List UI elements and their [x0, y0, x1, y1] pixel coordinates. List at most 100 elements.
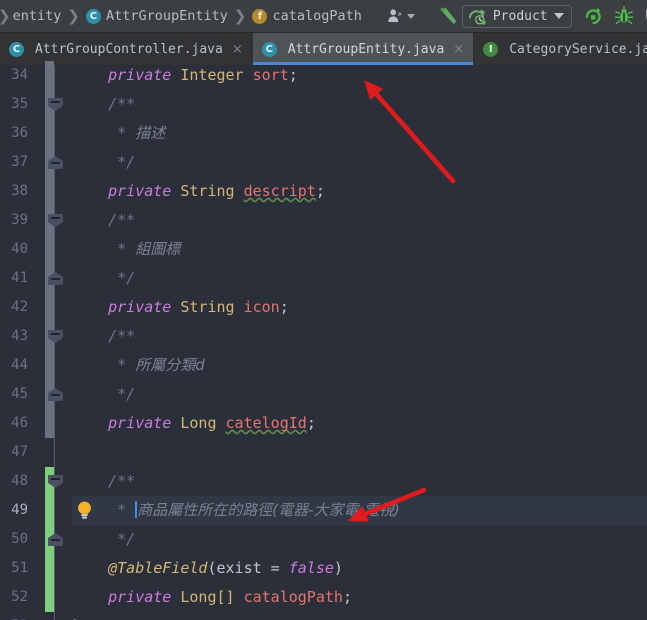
fold-marker-dash	[51, 101, 60, 103]
code-line[interactable]: private String icon;	[72, 293, 289, 322]
code-line[interactable]: /**	[72, 90, 135, 119]
gutter-row[interactable]: 47	[0, 438, 72, 467]
code-line[interactable]: * 描述	[72, 119, 165, 148]
bug-glyph	[614, 6, 633, 24]
debug-icon[interactable]	[614, 6, 634, 26]
fold-marker-shape	[48, 475, 63, 488]
bulb-glyph	[78, 501, 91, 519]
hammer-glyph	[439, 7, 457, 24]
code-token: */	[72, 530, 136, 548]
gutter-row[interactable]: 51	[0, 554, 72, 583]
breadcrumb-item-entity[interactable]: entity	[13, 8, 62, 24]
gutter-row[interactable]: 38	[0, 177, 72, 206]
fold-marker-dash	[51, 333, 60, 335]
code-line[interactable]: /**	[72, 206, 135, 235]
code-line[interactable]: @TableField(exist = false)	[72, 554, 343, 583]
code-token: )	[333, 559, 343, 577]
line-number: 47	[11, 444, 28, 460]
code-token: ;	[279, 298, 289, 316]
close-icon[interactable]: ×	[232, 43, 243, 56]
line-number: 42	[11, 299, 28, 315]
code-line[interactable]: */	[72, 148, 135, 177]
fold-marker-open[interactable]	[48, 98, 63, 111]
intention-bulb-icon[interactable]	[76, 500, 93, 521]
gutter-row[interactable]: 34	[0, 61, 72, 90]
fold-marker-close[interactable]	[48, 272, 63, 285]
fold-marker-open[interactable]	[48, 475, 63, 488]
code-token: (	[207, 559, 217, 577]
run-configuration-selector[interactable]: Product	[461, 4, 572, 28]
fold-marker-close[interactable]	[48, 388, 63, 401]
code-token: private	[108, 298, 181, 316]
fold-marker-open[interactable]	[48, 214, 63, 227]
run-icon[interactable]	[583, 6, 603, 26]
code-token: Integer	[180, 66, 253, 84]
line-number: 48	[11, 473, 28, 489]
code-line[interactable]: /**	[72, 322, 135, 351]
line-number: 40	[11, 241, 28, 257]
line-number: 34	[11, 67, 28, 83]
code-line[interactable]: private Long catelogId;	[72, 409, 316, 438]
gutter-row[interactable]: 49	[0, 496, 72, 525]
code-line[interactable]: * 商品屬性所在的路徑(電器-大家電-電視)	[72, 496, 400, 525]
fold-marker-close[interactable]	[48, 156, 63, 169]
code-line[interactable]: private Long[] catalogPath;	[72, 583, 352, 612]
line-number: 37	[11, 154, 28, 170]
code-line[interactable]: }	[72, 612, 81, 620]
gutter-row[interactable]: 40	[0, 235, 72, 264]
class-icon: C	[9, 41, 24, 57]
code-token: */	[72, 385, 136, 403]
gutter-row[interactable]: 36	[0, 119, 72, 148]
fold-marker-close[interactable]	[48, 533, 63, 546]
gutter-row[interactable]: 42	[0, 293, 72, 322]
code-line[interactable]: */	[72, 380, 135, 409]
code-line[interactable]: * 組圖標	[72, 235, 180, 264]
line-number: 43	[11, 328, 28, 344]
line-number: 35	[11, 96, 28, 112]
code-token: ;	[342, 588, 352, 606]
gutter-row[interactable]: 53	[0, 612, 72, 620]
code-line[interactable]: */	[72, 525, 135, 554]
code-token: *	[72, 124, 136, 142]
code-line[interactable]: */	[72, 264, 135, 293]
fold-marker-shape	[48, 330, 63, 343]
person-dropdown-icon[interactable]	[384, 6, 418, 26]
line-number: 39	[11, 212, 28, 228]
code-line[interactable]: * 所屬分類d	[72, 351, 205, 380]
gutter-row[interactable]: 52	[0, 583, 72, 612]
fold-marker-dash	[51, 539, 60, 541]
code-token: /**	[72, 211, 136, 229]
fold-marker-open[interactable]	[48, 330, 63, 343]
code-line[interactable]: private Integer sort;	[72, 61, 298, 90]
editor-tab-CategoryService[interactable]: I CategoryService.java ×	[474, 33, 647, 65]
breadcrumb-item-field[interactable]: catalogPath	[272, 8, 361, 24]
line-number: 44	[11, 357, 28, 373]
code-line[interactable]: private String descript;	[72, 177, 325, 206]
code-token: descript	[243, 182, 316, 200]
breadcrumb-item-class[interactable]: AttrGroupEntity	[106, 8, 228, 24]
tab-label: AttrGroupEntity.java	[287, 41, 445, 57]
code-line[interactable]: /**	[72, 467, 135, 496]
code-text-area[interactable]: private Integer sort; /** * 描述 */ privat…	[72, 65, 647, 620]
gutter-row[interactable]: 44	[0, 351, 72, 380]
gutter-row[interactable]: 46	[0, 409, 72, 438]
close-icon[interactable]: ×	[453, 43, 464, 56]
line-number: 53	[11, 612, 28, 620]
line-number: 36	[11, 125, 28, 141]
code-token: catelogId	[225, 414, 307, 432]
code-token: catalogPath	[243, 588, 343, 606]
code-token: private	[108, 414, 181, 432]
chevron-right-icon: ❯	[233, 7, 247, 25]
code-token: private	[108, 588, 181, 606]
chevron-down-icon	[406, 13, 415, 19]
gutter-change-marker-gray[interactable]	[45, 61, 54, 438]
line-number: 49	[11, 502, 28, 518]
build-hammer-icon[interactable]	[436, 4, 460, 28]
code-editor[interactable]: 34 35 36 37 38 39 40 41 42 43 44 45 46 47 48 49 50 51 52 53…	[0, 61, 647, 620]
code-token: private	[108, 66, 181, 84]
